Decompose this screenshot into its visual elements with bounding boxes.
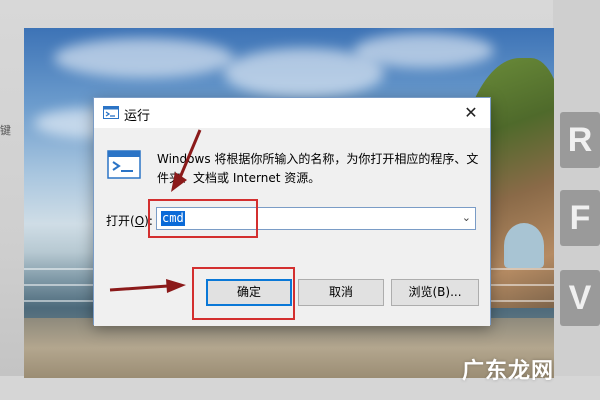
chevron-down-icon[interactable]: ⌄ [462,211,471,224]
watermark: 广东龙网 [462,359,555,384]
left-edge-text: 键盘 [0,124,11,137]
title-bar: 运行 ✕ [94,98,490,128]
arrow-to-ok-icon [109,279,186,293]
keyboard-key-f: F [560,190,600,246]
browse-button[interactable]: 浏览(B)... [391,279,479,306]
cancel-button[interactable]: 取消 [298,279,384,306]
keyboard-key-v: V [560,270,600,326]
run-program-icon [107,150,141,179]
dialog-title: 运行 [124,109,151,124]
open-label: 打开(O): [106,214,153,228]
input-highlight-box [148,199,258,238]
keyboard-key-r: R [560,112,600,168]
close-button[interactable]: ✕ [460,102,482,124]
ok-highlight-box [192,267,295,320]
dialog-description: Windows 将根据你所输入的名称，为你打开相应的程序、文件夹、文档或 Int… [157,152,479,185]
arrow-to-input-icon [171,129,202,192]
run-app-icon [103,106,119,119]
rock-arch [504,223,544,268]
